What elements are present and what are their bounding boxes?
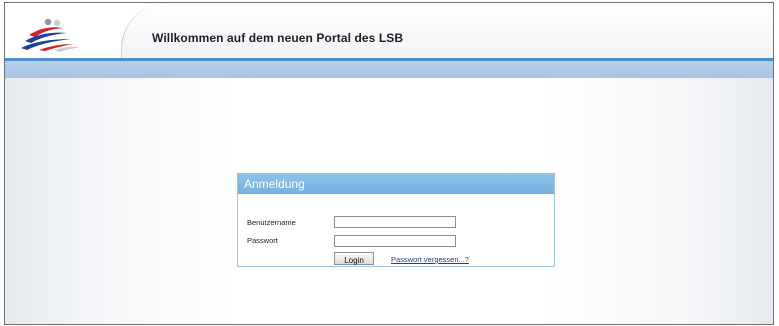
header: Willkommen auf dem neuen Portal des LSB (5, 3, 773, 59)
login-button[interactable]: Login (334, 252, 374, 265)
portal-window: Willkommen auf dem neuen Portal des LSB … (4, 2, 774, 325)
password-label: Passwort (247, 236, 278, 245)
nav-bar (5, 61, 773, 78)
page-title: Willkommen auf dem neuen Portal des LSB (152, 31, 404, 45)
username-input[interactable] (334, 216, 456, 228)
forgot-password-link[interactable]: Passwort vergessen...? (391, 255, 469, 264)
password-input[interactable] (334, 235, 456, 247)
lsb-logo-icon (21, 18, 81, 52)
login-panel: Anmeldung Benutzername Passwort Login Pa… (237, 173, 555, 267)
login-heading: Anmeldung (238, 174, 554, 194)
username-label: Benutzername (247, 218, 296, 227)
